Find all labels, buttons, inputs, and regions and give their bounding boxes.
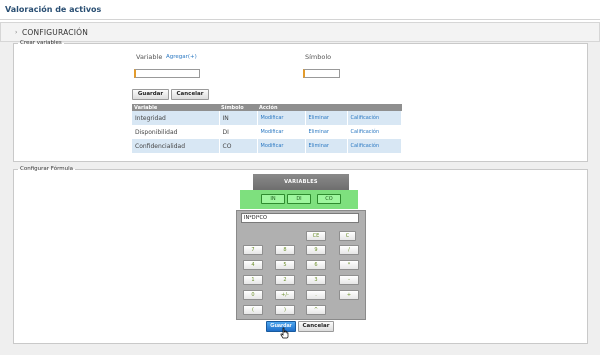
cancel-variable-button[interactable]: Cancelar — [171, 89, 209, 100]
key-8[interactable]: 8 — [275, 245, 295, 255]
key-0[interactable]: 0 — [243, 290, 263, 300]
variables-panel: VARIABLES IN DI CO — [240, 174, 358, 209]
variables-panel-title: VARIABLES — [253, 174, 349, 190]
variables-table: Variable Símbolo Acción Integridad IN Mo… — [132, 104, 402, 153]
key-1[interactable]: 1 — [243, 275, 263, 285]
variable-symbol: DI — [219, 125, 258, 139]
sign-key[interactable]: +/- — [275, 290, 295, 300]
variable-button-in[interactable]: IN — [261, 194, 285, 204]
multiply-key[interactable]: * — [339, 260, 359, 270]
variables-button-bar: IN DI CO — [240, 190, 358, 209]
clear-entry-key[interactable]: CE — [306, 231, 326, 241]
modify-link[interactable]: Modificar — [257, 139, 306, 153]
rate-link[interactable]: Calificación — [347, 139, 402, 153]
table-header: Acción — [257, 104, 305, 111]
table-row: Integridad IN Modificar Eliminar Calific… — [132, 111, 402, 125]
variable-input[interactable] — [134, 69, 200, 78]
table-row: Confidencialidad CO Modificar Eliminar C… — [132, 139, 402, 153]
variable-name: Disponibilidad — [132, 125, 220, 139]
section-header[interactable]: › CONFIGURACIÓN — [0, 22, 600, 42]
variable-label: Variable — [136, 53, 163, 61]
decimal-key[interactable]: . — [306, 290, 326, 300]
open-paren-key[interactable]: ( — [243, 305, 263, 315]
top-bar: Valoración de activos — [0, 0, 600, 20]
clear-key[interactable]: C — [339, 231, 356, 241]
page-title: Valoración de activos — [5, 5, 102, 14]
table-header-empty — [305, 104, 347, 111]
modify-link[interactable]: Modificar — [257, 125, 306, 139]
rate-link[interactable]: Calificación — [347, 111, 402, 125]
key-6[interactable]: 6 — [306, 260, 326, 270]
variable-name: Integridad — [132, 111, 220, 125]
save-variable-button[interactable]: Guardar — [132, 89, 169, 100]
divide-key[interactable]: / — [339, 245, 359, 255]
symbol-input[interactable] — [303, 69, 340, 78]
chevron-right-icon: › — [15, 29, 18, 36]
add-variable-link[interactable]: Agregar(+) — [166, 54, 197, 60]
power-key[interactable]: ^ — [306, 305, 326, 315]
key-7[interactable]: 7 — [243, 245, 263, 255]
subtract-key[interactable]: - — [339, 275, 359, 285]
key-9[interactable]: 9 — [306, 245, 326, 255]
formula-input[interactable]: IN*DI*CO — [241, 213, 359, 223]
section-title: CONFIGURACIÓN — [22, 28, 89, 37]
modify-link[interactable]: Modificar — [257, 111, 306, 125]
symbol-label: Símbolo — [305, 53, 332, 61]
formula-legend: Configurar Fórmula — [20, 166, 74, 172]
add-key[interactable]: + — [339, 290, 359, 300]
table-row: Disponibilidad DI Modificar Eliminar Cal… — [132, 125, 402, 139]
rate-link[interactable]: Calificación — [347, 125, 402, 139]
key-2[interactable]: 2 — [275, 275, 295, 285]
variable-symbol: CO — [219, 139, 258, 153]
variable-button-co[interactable]: CO — [317, 194, 341, 204]
key-3[interactable]: 3 — [306, 275, 326, 285]
variable-button-di[interactable]: DI — [287, 194, 311, 204]
delete-link[interactable]: Eliminar — [305, 111, 348, 125]
hand-cursor-icon — [280, 327, 289, 339]
table-header: Símbolo — [219, 104, 257, 111]
close-paren-key[interactable]: ) — [275, 305, 295, 315]
delete-link[interactable]: Eliminar — [305, 125, 348, 139]
cancel-formula-button[interactable]: Cancelar — [298, 321, 334, 332]
table-header-row: Variable Símbolo Acción — [132, 104, 402, 111]
create-variables-legend: Crear variables — [20, 40, 62, 46]
table-header-empty — [347, 104, 402, 111]
table-header: Variable — [132, 104, 219, 111]
variable-name: Confidencialidad — [132, 139, 220, 153]
variable-symbol: IN — [219, 111, 258, 125]
delete-link[interactable]: Eliminar — [305, 139, 348, 153]
key-4[interactable]: 4 — [243, 260, 263, 270]
key-5[interactable]: 5 — [275, 260, 295, 270]
